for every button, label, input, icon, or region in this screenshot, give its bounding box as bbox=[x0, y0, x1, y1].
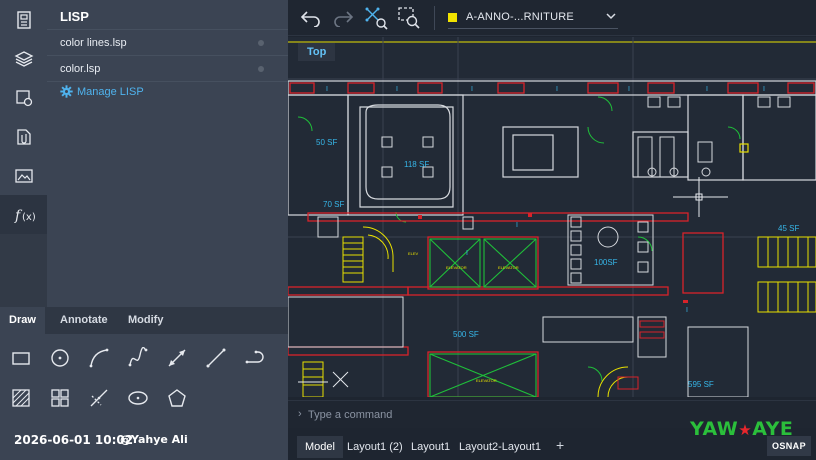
room-label: 118 SF bbox=[404, 160, 429, 169]
divider bbox=[47, 29, 288, 30]
rectangle-icon[interactable] bbox=[8, 345, 34, 371]
room-label: ELEV bbox=[408, 251, 419, 256]
svg-text:I: I bbox=[471, 86, 473, 93]
room-label: ELEVATOR bbox=[446, 265, 467, 270]
tab-annotate[interactable]: Annotate bbox=[60, 307, 108, 334]
tab-layout1-2[interactable]: Layout1 (2) bbox=[339, 436, 411, 458]
command-prompt-icon: › bbox=[298, 408, 302, 420]
polygon-icon[interactable] bbox=[164, 385, 190, 411]
document-icon[interactable] bbox=[0, 0, 47, 39]
divider bbox=[47, 81, 288, 82]
circle-icon[interactable] bbox=[47, 345, 73, 371]
svg-text:I: I bbox=[706, 86, 708, 93]
room-label: ELEVATOR bbox=[498, 265, 519, 270]
grid-array-icon[interactable] bbox=[47, 385, 73, 411]
spline-icon[interactable] bbox=[125, 345, 151, 371]
svg-text:I: I bbox=[516, 222, 518, 229]
status-dot bbox=[258, 66, 264, 72]
app-root: f (x) LISP color lines.lsp color.lsp Mana… bbox=[0, 0, 816, 460]
add-layout-button[interactable]: + bbox=[556, 437, 564, 453]
command-input[interactable] bbox=[308, 406, 688, 424]
svg-text:I: I bbox=[326, 86, 328, 93]
room-label: 595 SF bbox=[688, 380, 714, 389]
dropdown-underline bbox=[448, 28, 618, 29]
svg-text:I: I bbox=[763, 86, 765, 93]
manage-lisp-link[interactable]: Manage LISP bbox=[60, 85, 144, 98]
svg-text:I: I bbox=[466, 250, 468, 257]
drawing-canvas[interactable]: I I I I I I I I I I 50 SF 118 SF 70 SF 100SF 5… bbox=[288, 37, 816, 397]
star-icon: ★ bbox=[738, 421, 753, 439]
tool-tabs: Draw Annotate Modify bbox=[0, 307, 288, 334]
layers-icon[interactable] bbox=[0, 39, 47, 78]
toolbar-divider bbox=[434, 6, 435, 30]
status-dot bbox=[258, 40, 264, 46]
hatch-icon[interactable] bbox=[8, 385, 34, 411]
chevron-down-icon bbox=[606, 11, 616, 23]
tools-palette: Draw Annotate Modify 2026-06-01 10:02 @Y… bbox=[0, 307, 288, 460]
watermark-part2: AYE bbox=[752, 418, 794, 440]
tab-modify[interactable]: Modify bbox=[128, 307, 163, 334]
room-label: 45 SF bbox=[778, 224, 799, 233]
layer-name: A-ANNO-...RNITURE bbox=[466, 11, 574, 23]
lisp-file-item[interactable]: color lines.lsp bbox=[60, 37, 127, 49]
svg-text:I: I bbox=[628, 86, 630, 93]
room-label: 50 SF bbox=[316, 138, 337, 147]
lisp-panel: LISP color lines.lsp color.lsp Manage LI… bbox=[47, 0, 288, 307]
tab-layout2-layout1[interactable]: Layout2-Layout1 bbox=[451, 436, 549, 458]
measure-icon[interactable] bbox=[362, 4, 390, 32]
dimension-icon[interactable] bbox=[164, 345, 190, 371]
redo-icon[interactable] bbox=[329, 4, 357, 32]
tab-layout1[interactable]: Layout1 bbox=[403, 436, 458, 458]
arc-icon[interactable] bbox=[86, 345, 112, 371]
top-toolbar: A-ANNO-...RNITURE bbox=[288, 0, 816, 36]
blocks-icon[interactable] bbox=[0, 78, 47, 117]
svg-text:I: I bbox=[686, 307, 688, 314]
undo-icon[interactable] bbox=[297, 4, 325, 32]
lisp-file-item[interactable]: color.lsp bbox=[60, 63, 100, 75]
room-label: 100SF bbox=[594, 258, 618, 267]
timestamp-overlay: 2026-06-01 10:02 bbox=[14, 433, 134, 447]
manage-lisp-label: Manage LISP bbox=[77, 85, 144, 98]
function-icon[interactable]: f (x) bbox=[0, 195, 47, 234]
attach-icon[interactable] bbox=[0, 117, 47, 156]
room-label: ELEVATOR bbox=[476, 378, 497, 383]
tab-model[interactable]: Model bbox=[297, 436, 343, 458]
rail-spacer bbox=[0, 234, 47, 307]
layer-color-swatch bbox=[448, 12, 457, 22]
polyline-icon[interactable] bbox=[242, 345, 268, 371]
tab-draw[interactable]: Draw bbox=[0, 307, 45, 334]
room-label: 70 SF bbox=[323, 200, 344, 209]
svg-text:I: I bbox=[396, 86, 398, 93]
side-rail: f (x) bbox=[0, 0, 47, 307]
watermark-logo: YAW★AYE bbox=[690, 418, 793, 440]
svg-text:I: I bbox=[556, 86, 558, 93]
view-label[interactable]: Top bbox=[298, 43, 336, 61]
layer-dropdown[interactable]: A-ANNO-...RNITURE bbox=[448, 5, 778, 29]
images-icon[interactable] bbox=[0, 156, 47, 195]
trim-icon[interactable] bbox=[86, 385, 112, 411]
line-icon[interactable] bbox=[203, 345, 229, 371]
watermark-part1: YAW bbox=[690, 418, 739, 440]
divider bbox=[47, 55, 288, 56]
svg-text:(x): (x) bbox=[22, 212, 35, 223]
author-overlay: @Yahye Ali bbox=[120, 433, 188, 446]
panel-title: LISP bbox=[60, 9, 89, 24]
gear-icon bbox=[60, 85, 73, 98]
zoom-window-icon[interactable] bbox=[395, 4, 423, 32]
room-label: 500 SF bbox=[453, 330, 479, 339]
ellipse-icon[interactable] bbox=[125, 385, 151, 411]
floor-plan: I I I I I I I III 50 SF 118 SF 70 SF 100SF 500… bbox=[288, 37, 816, 397]
